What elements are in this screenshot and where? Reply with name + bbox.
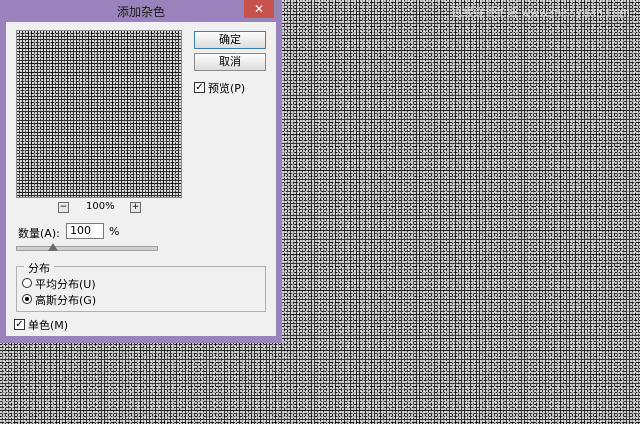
- ok-button[interactable]: 确定: [194, 31, 266, 49]
- amount-slider-track[interactable]: [16, 246, 158, 251]
- uniform-radio[interactable]: [22, 278, 32, 288]
- cancel-button[interactable]: 取消: [194, 53, 266, 71]
- minus-icon: −: [59, 202, 68, 212]
- monochromatic-checkbox-label[interactable]: 单色(M): [28, 317, 68, 333]
- amount-label: 数量(A):: [18, 227, 60, 240]
- amount-slider-thumb[interactable]: [48, 243, 58, 251]
- plus-icon: +: [131, 202, 140, 212]
- dialog-body: − 100% + 确定 取消 ✓ 预览(P) 数量(A): 100 % 分布 平…: [6, 22, 276, 336]
- checkmark-icon: ✓: [195, 82, 204, 93]
- noise-preview[interactable]: [16, 30, 182, 198]
- zoom-out-button[interactable]: −: [58, 202, 69, 213]
- close-button[interactable]: ✕: [244, 0, 274, 18]
- monochromatic-checkbox[interactable]: ✓: [14, 319, 25, 330]
- add-noise-dialog: 添加杂色 ✕ − 100% + 确定 取消 ✓ 预览(P) 数量(A): 100…: [0, 0, 282, 343]
- dialog-title: 添加杂色: [116, 5, 165, 19]
- close-icon: ✕: [253, 2, 265, 16]
- zoom-in-button[interactable]: +: [130, 202, 141, 213]
- zoom-level: 100%: [86, 201, 115, 212]
- dialog-titlebar[interactable]: 添加杂色 ✕: [0, 0, 282, 22]
- preview-checkbox[interactable]: ✓: [194, 82, 205, 93]
- gaussian-radio[interactable]: [22, 294, 32, 304]
- amount-unit: %: [109, 225, 120, 238]
- distribution-group-title: 分布: [24, 260, 54, 276]
- amount-input[interactable]: 100: [66, 223, 104, 239]
- watermark: 思缘设计论坛 www.missyuan.com: [451, 6, 630, 19]
- preview-checkbox-label[interactable]: 预览(P): [208, 80, 245, 96]
- gaussian-radio-label[interactable]: 高斯分布(G): [35, 292, 96, 308]
- checkmark-icon: ✓: [15, 319, 24, 330]
- uniform-radio-label[interactable]: 平均分布(U): [35, 276, 96, 292]
